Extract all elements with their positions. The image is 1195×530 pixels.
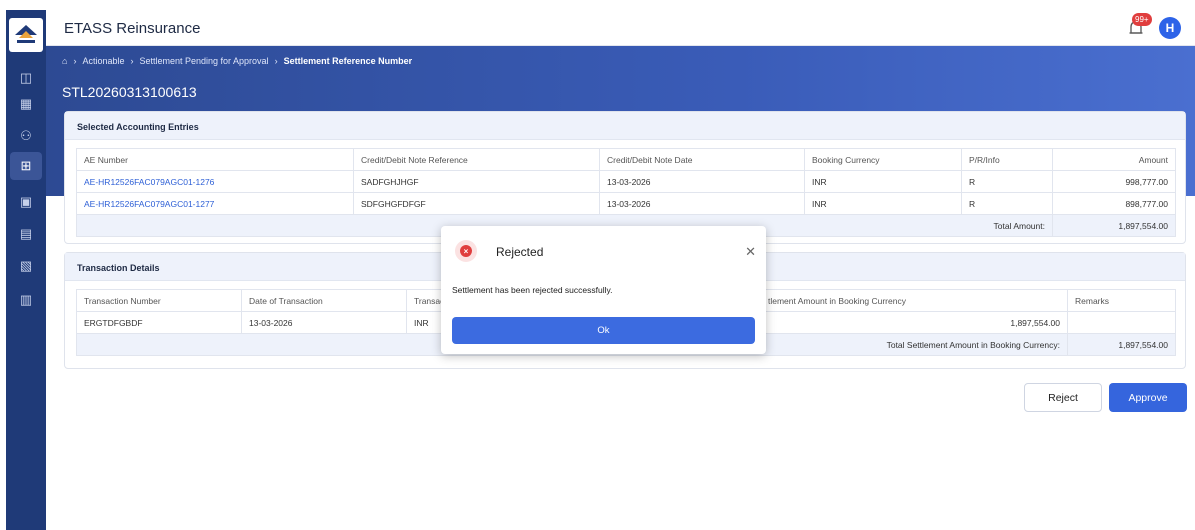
dialog-title: Rejected [496,245,544,259]
dashboard-icon[interactable]: ▦ [14,92,38,116]
total-value: 1,897,554.00 [1067,333,1176,356]
approve-button[interactable]: Approve [1109,383,1187,412]
accounting-entries-table: AE Number Credit/Debit Note Reference Cr… [76,148,1176,237]
table-cell: R [961,192,1053,215]
table-cell: INR [804,170,962,193]
table-cell: INR [804,192,962,215]
page-title: STL20260313100613 [62,84,197,100]
table-cell: 1,897,554.00 [760,311,1068,334]
top-bar: ETASS Reinsurance 99+ H [46,10,1195,46]
total-value: 1,897,554.00 [1052,214,1176,237]
reject-button[interactable]: Reject [1024,383,1102,412]
column-header: Credit/Debit Note Reference [353,148,600,171]
column-header: Transaction Number [76,289,242,312]
table-cell: SDFGHGFDFGF [353,192,600,215]
column-header: P/R/Info [961,148,1053,171]
column-header: Credit/Debit Note Date [599,148,805,171]
column-header: Booking Currency [804,148,962,171]
table-cell: ERGTDFGBDF [76,311,242,334]
app-title: ETASS Reinsurance [64,20,201,37]
document-icon[interactable]: ▣ [14,190,38,214]
chevron-right-icon: › [130,56,134,66]
file-icon[interactable]: ▤ [14,222,38,246]
avatar[interactable]: H [1159,17,1181,39]
notification-bell-icon[interactable]: 99+ [1125,13,1152,39]
entry-icon[interactable]: ⊞ [10,152,42,180]
breadcrumb-settlement-pending[interactable]: Settlement Pending for Approval [139,56,268,66]
close-icon[interactable]: ✕ [745,244,756,260]
accounting-entries-heading: Selected Accounting Entries [65,112,1185,140]
table-row: AE-HR12526FAC079AGC01-1276 SADFGHJHGF 13… [76,170,1176,193]
column-header: Date of Transaction [241,289,407,312]
table-cell: 13-03-2026 [599,192,805,215]
column-header: Remarks [1067,289,1176,312]
ae-number-link[interactable]: AE-HR12526FAC079AGC01-1276 [76,170,354,193]
notification-badge: 99+ [1132,13,1152,26]
breadcrumb-current: Settlement Reference Number [283,56,413,66]
table-cell: 13-03-2026 [599,170,805,193]
column-header: AE Number [76,148,354,171]
users-icon[interactable]: ⚇ [14,124,38,148]
table-header-row: AE Number Credit/Debit Note Reference Cr… [76,148,1176,171]
table-cell: SADFGHJHGF [353,170,600,193]
rejected-dialog: × Rejected ✕ Settlement has been rejecte… [441,226,766,354]
ok-button[interactable]: Ok [452,317,755,344]
error-icon: × [455,240,477,262]
dialog-message: Settlement has been rejected successfull… [452,285,613,295]
total-label: Total Amount: [961,214,1053,237]
table-cell: 998,777.00 [1052,170,1176,193]
menu-collapse-icon[interactable]: ◫ [14,66,38,90]
table-cell: 13-03-2026 [241,311,407,334]
breadcrumb-actionable[interactable]: Actionable [82,56,124,66]
table-cell: 898,777.00 [1052,192,1176,215]
table-row: AE-HR12526FAC079AGC01-1277 SDFGHGFDFGF 1… [76,192,1176,215]
sidebar: ◫ ▦ ⚇ ⊞ ▣ ▤ ▧ ▥ [6,10,46,530]
accounting-entries-card: Selected Accounting Entries AE Number Cr… [64,111,1186,244]
chevron-right-icon: › [274,56,278,66]
table-cell: R [961,170,1053,193]
chevron-right-icon: › [73,56,77,66]
report-icon[interactable]: ▥ [14,288,38,312]
ae-number-link[interactable]: AE-HR12526FAC079AGC01-1277 [76,192,354,215]
table-cell [1067,311,1176,334]
column-header: tlement Amount in Booking Currency [760,289,1068,312]
column-header: Amount [1052,148,1176,171]
home-icon[interactable]: ⌂ [62,56,67,66]
breadcrumb: ⌂ › Actionable › Settlement Pending for … [62,56,412,66]
company-logo[interactable] [9,18,43,52]
note-icon[interactable]: ▧ [14,254,38,278]
